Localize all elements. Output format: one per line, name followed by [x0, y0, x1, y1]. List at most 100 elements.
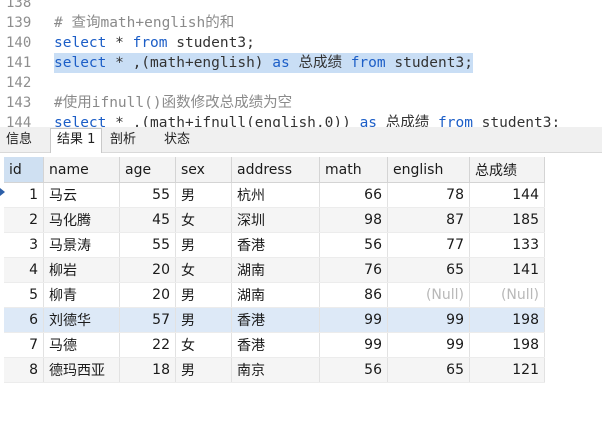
- table-cell[interactable]: 马德: [43, 332, 120, 358]
- table-cell[interactable]: 6: [4, 307, 44, 333]
- table-cell[interactable]: 香港: [231, 332, 320, 358]
- table-cell[interactable]: 7: [4, 332, 44, 358]
- tab-0[interactable]: 信息: [0, 129, 38, 151]
- table-cell[interactable]: 南京: [231, 357, 320, 383]
- table-cell[interactable]: 男: [175, 357, 232, 383]
- code-line[interactable]: 144 select * ,(math+ifnull(english,0)) as…: [0, 113, 602, 127]
- table-cell[interactable]: 8: [4, 357, 44, 383]
- table-cell[interactable]: 德玛西亚: [43, 357, 120, 383]
- tab-2[interactable]: 剖析: [104, 129, 142, 151]
- table-cell[interactable]: 99: [319, 307, 388, 333]
- table-cell[interactable]: 女: [175, 257, 232, 283]
- table-cell[interactable]: 66: [319, 182, 388, 208]
- table-cell[interactable]: 141: [469, 257, 545, 283]
- table-cell[interactable]: (Null): [387, 282, 470, 308]
- table-cell[interactable]: 45: [119, 207, 176, 233]
- code-token: select: [54, 115, 107, 127]
- table-cell[interactable]: 马云: [43, 182, 120, 208]
- table-cell[interactable]: 56: [319, 357, 388, 383]
- column-header[interactable]: 总成绩: [469, 157, 545, 183]
- table-cell[interactable]: (Null): [469, 282, 545, 308]
- table-cell[interactable]: 4: [4, 257, 44, 283]
- table-cell[interactable]: 65: [387, 357, 470, 383]
- result-table: id name age sex address math english 总成绩 1 马云 55 男…: [4, 157, 545, 383]
- table-row[interactable]: 3 马景涛 55 男香港 56 77 133: [4, 232, 545, 258]
- table-row[interactable]: 6 刘德华 57 男香港 99 99 198: [4, 307, 545, 333]
- column-header[interactable]: address: [231, 157, 320, 183]
- table-cell[interactable]: 5: [4, 282, 44, 308]
- table-cell[interactable]: 刘德华: [43, 307, 120, 333]
- table-cell[interactable]: 女: [175, 332, 232, 358]
- table-cell[interactable]: 65: [387, 257, 470, 283]
- table-cell[interactable]: 57: [119, 307, 176, 333]
- code-line[interactable]: 141 select * ,(math+english) as 总成绩 from …: [0, 53, 602, 73]
- table-cell[interactable]: 121: [469, 357, 545, 383]
- table-cell[interactable]: 86: [319, 282, 388, 308]
- table-cell[interactable]: 55: [119, 182, 176, 208]
- table-cell[interactable]: 76: [319, 257, 388, 283]
- column-header[interactable]: age: [119, 157, 176, 183]
- table-cell[interactable]: 2: [4, 207, 44, 233]
- result-grid[interactable]: id name age sex address math english 总成绩 1 马云 55 男…: [0, 157, 602, 439]
- column-header[interactable]: id: [4, 157, 44, 183]
- table-cell[interactable]: 55: [119, 232, 176, 258]
- table-cell[interactable]: 77: [387, 232, 470, 258]
- column-header[interactable]: math: [319, 157, 388, 183]
- table-row[interactable]: 1 马云 55 男杭州 66 78 144: [4, 182, 545, 208]
- table-cell[interactable]: 133: [469, 232, 545, 258]
- table-cell[interactable]: 香港: [231, 307, 320, 333]
- tab-1[interactable]: 结果 1: [50, 128, 103, 153]
- table-cell[interactable]: 1: [4, 182, 44, 208]
- table-cell[interactable]: 99: [319, 332, 388, 358]
- table-cell[interactable]: 99: [387, 307, 470, 333]
- code-line[interactable]: 140 select * from student3;: [0, 33, 602, 53]
- table-cell[interactable]: 22: [119, 332, 176, 358]
- table-cell[interactable]: 香港: [231, 232, 320, 258]
- table-cell[interactable]: 马景涛: [43, 232, 120, 258]
- table-cell[interactable]: 男: [175, 182, 232, 208]
- table-row[interactable]: 2 马化腾 45 女深圳 98 87 185: [4, 207, 545, 233]
- table-cell[interactable]: 20: [119, 257, 176, 283]
- table-cell[interactable]: 185: [469, 207, 545, 233]
- table-cell[interactable]: 78: [387, 182, 470, 208]
- table-cell[interactable]: 男: [175, 282, 232, 308]
- table-row[interactable]: 4 柳岩 20 女湖南 76 65 141: [4, 257, 545, 283]
- code-line[interactable]: 142: [0, 73, 602, 93]
- table-cell[interactable]: 湖南: [231, 257, 320, 283]
- table-row[interactable]: 5 柳青 20 男湖南 86 (Null) (Null): [4, 282, 545, 308]
- table-cell[interactable]: 湖南: [231, 282, 320, 308]
- line-number: 141: [6, 55, 32, 71]
- tab-3[interactable]: 状态: [158, 129, 196, 151]
- table-row[interactable]: 7 马德 22 女香港 99 99 198: [4, 332, 545, 358]
- table-cell[interactable]: 男: [175, 307, 232, 333]
- table-cell[interactable]: 杭州: [231, 182, 320, 208]
- code-line[interactable]: 138: [0, 0, 602, 13]
- table-row[interactable]: 8 德玛西亚 18 男南京 56 65 121: [4, 357, 545, 383]
- selected-code-text: select * ,(math+english) as 总成绩 from stu…: [54, 53, 473, 73]
- table-cell[interactable]: 198: [469, 332, 545, 358]
- table-cell[interactable]: 3: [4, 232, 44, 258]
- table-cell[interactable]: 柳青: [43, 282, 120, 308]
- table-cell[interactable]: 男: [175, 232, 232, 258]
- table-cell[interactable]: 20: [119, 282, 176, 308]
- table-cell[interactable]: 144: [469, 182, 545, 208]
- table-cell[interactable]: 98: [319, 207, 388, 233]
- code-token: # 查询math+english的和: [54, 15, 235, 31]
- table-cell[interactable]: 99: [387, 332, 470, 358]
- column-header[interactable]: english: [387, 157, 470, 183]
- code-line[interactable]: 143 #使用ifnull()函数修改总成绩为空: [0, 93, 602, 113]
- table-cell[interactable]: 女: [175, 207, 232, 233]
- sql-editor[interactable]: 138 139 # 查询math+english的和 140 select * from…: [0, 0, 602, 127]
- code-text: # 查询math+english的和: [54, 13, 234, 33]
- column-header[interactable]: sex: [175, 157, 232, 183]
- table-cell[interactable]: 深圳: [231, 207, 320, 233]
- table-cell[interactable]: 87: [387, 207, 470, 233]
- table-cell[interactable]: 18: [119, 357, 176, 383]
- code-line[interactable]: 139 # 查询math+english的和: [0, 13, 602, 33]
- table-cell[interactable]: 198: [469, 307, 545, 333]
- table-cell[interactable]: 56: [319, 232, 388, 258]
- table-cell[interactable]: 柳岩: [43, 257, 120, 283]
- table-cell[interactable]: 马化腾: [43, 207, 120, 233]
- line-number: 140: [6, 35, 32, 51]
- column-header[interactable]: name: [43, 157, 120, 183]
